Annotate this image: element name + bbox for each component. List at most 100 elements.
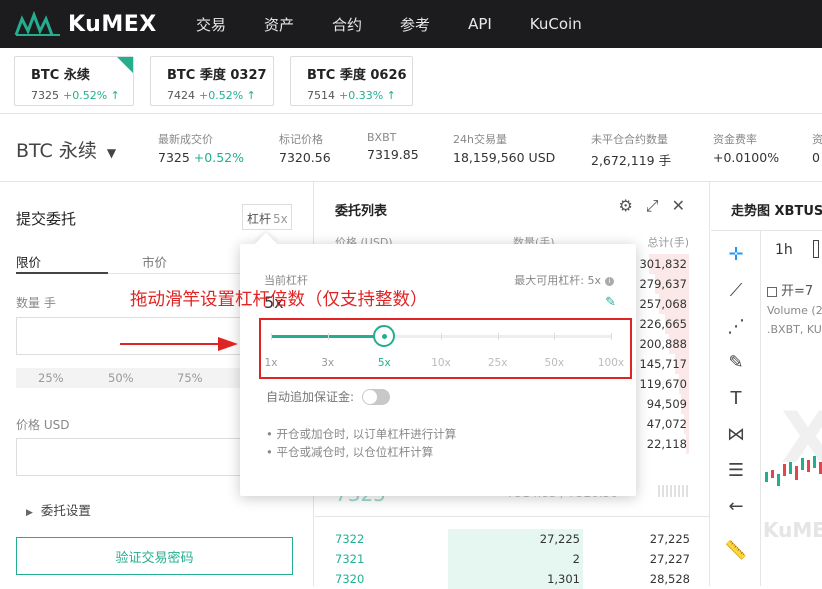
ticker-card-perpetual[interactable]: BTC 永续 7325 +0.52% ↑ — [14, 56, 134, 106]
edit-icon[interactable]: ✎ — [605, 295, 616, 310]
note-open: • 开仓或加仓时, 以订单杠杆进行计算 — [266, 427, 457, 441]
bid-price: 7321 — [335, 552, 365, 566]
expand-icon[interactable]: ⤢ — [646, 196, 659, 216]
ask-total: 279,637 — [639, 277, 687, 291]
order-settings-toggle[interactable]: ▶ 委托设置 — [26, 500, 91, 519]
chart-watermark: KuMEX — [763, 518, 822, 542]
tab-market[interactable]: 市价 — [142, 252, 167, 271]
symbol-selector[interactable]: BTC 永续 ▼ — [16, 136, 116, 163]
stat-change: +0.52% — [193, 150, 244, 165]
leverage-label: 杠杆 — [247, 212, 272, 226]
drawing-toolbar: ✛ ⟋ ⋰ ✎ T ⋈ ☰ ← 📏 — [711, 231, 761, 586]
nav-reference[interactable]: 参考 — [400, 14, 430, 35]
back-arrow-icon[interactable]: ← — [723, 493, 749, 519]
annotation-arrow-icon — [120, 337, 238, 351]
pattern-icon[interactable]: ⋈ — [723, 421, 749, 447]
candle — [771, 470, 774, 478]
top-nav: KuMEX 交易 资产 合约 参考 API KuCoin — [0, 0, 822, 48]
trend-line-icon[interactable]: ⟋ — [723, 277, 749, 303]
stat-value: 2,672,119 手 — [591, 153, 672, 168]
ticker-card-q0626[interactable]: BTC 季度 0626 7514 +0.33% ↑ — [290, 56, 413, 106]
text-tool-icon[interactable]: T — [723, 385, 749, 411]
stat-bxbt: BXBT 7319.85 — [367, 131, 419, 162]
auto-margin-label: 自动追加保证金: — [266, 390, 355, 404]
highlight-box — [259, 318, 632, 379]
bid-row[interactable]: 7322 27,225 27,225 — [335, 529, 690, 549]
percent-25-button[interactable]: 25% — [38, 371, 64, 385]
verify-password-button[interactable]: 验证交易密码 — [16, 537, 293, 575]
candle — [783, 464, 786, 476]
price-label: 价格 USD — [16, 418, 70, 432]
note-close: • 平仓或减仓时, 以仓位杠杆计算 — [266, 445, 434, 459]
divider — [315, 516, 710, 517]
nav-assets[interactable]: 资产 — [264, 14, 294, 35]
stat-value: 0 — [812, 150, 820, 165]
ticker-price: 7514 — [307, 89, 335, 102]
nav-api[interactable]: API — [468, 15, 492, 33]
crosshair-icon[interactable]: ✛ — [723, 241, 749, 267]
stat-open-interest: 未平仓合约数量 2,672,119 手 — [591, 131, 671, 169]
chart-panel: 走势图 XBTUSD ✛ ⟋ ⋰ ✎ T ⋈ ☰ ← 📏 1h 开=7 Volu… — [711, 182, 822, 586]
up-arrow-icon: ↑ — [110, 89, 120, 102]
ticker-change: +0.52% — [63, 89, 108, 102]
percent-75-button[interactable]: 75% — [177, 371, 203, 385]
kumex-logo-icon — [14, 11, 60, 36]
candlestick-sparkline — [765, 456, 822, 486]
bid-qty: 27,225 — [539, 532, 580, 546]
nav-contracts[interactable]: 合约 — [332, 14, 362, 35]
bid-row[interactable]: 7321 2 27,227 — [335, 549, 690, 569]
bid-total: 27,227 — [649, 552, 690, 566]
collapse-icon[interactable] — [767, 286, 777, 297]
stat-label: BXBT — [367, 131, 397, 144]
ticker-change: +0.52% — [199, 89, 244, 102]
chart-title: 走势图 XBTUSD — [731, 204, 822, 219]
info-icon[interactable]: i — [605, 276, 614, 286]
percent-50-button[interactable]: 50% — [108, 371, 134, 385]
stat-label: 最新成交价 — [158, 133, 213, 146]
bid-qty: 2 — [572, 552, 580, 566]
ask-total: 145,717 — [639, 357, 687, 371]
order-settings-label: 委托设置 — [40, 503, 91, 518]
brand-name: KuMEX — [68, 11, 157, 37]
candle — [789, 462, 792, 474]
fib-icon[interactable]: ☰ — [723, 457, 749, 483]
stat-value: 7320.56 — [279, 150, 331, 165]
auto-margin-toggle[interactable] — [362, 388, 391, 405]
leverage-value: 5x — [273, 212, 288, 226]
stat-last-price: 最新成交价 7325 +0.52% — [158, 131, 244, 165]
candle — [813, 456, 816, 468]
stat-value: +0.0100% — [713, 150, 780, 165]
interval-1h[interactable]: 1h — [775, 242, 793, 258]
tab-limit[interactable]: 限价 — [16, 252, 41, 271]
ticker-card-q0327[interactable]: BTC 季度 0327 7424 +0.52% ↑ — [150, 56, 274, 106]
stat-value: 7325 — [158, 150, 190, 165]
bid-total: 27,225 — [649, 532, 690, 546]
selected-corner-icon — [117, 57, 133, 73]
stat-truncated: 资 0 — [812, 131, 822, 165]
active-tab-underline — [16, 272, 108, 274]
candle — [807, 460, 810, 472]
pitchfork-icon[interactable]: ⋰ — [723, 313, 749, 339]
candle-type-icon[interactable] — [813, 240, 819, 258]
stat-label: 标记价格 — [279, 133, 323, 146]
ruler-icon[interactable]: 📏 — [723, 537, 749, 563]
leverage-button[interactable]: 杠杆 5x — [242, 204, 292, 230]
stat-label: 资 — [812, 133, 822, 146]
ask-total: 226,665 — [639, 317, 687, 331]
brush-icon[interactable]: ✎ — [723, 349, 749, 375]
candle — [801, 458, 804, 470]
bid-total: 28,528 — [649, 572, 690, 586]
bid-row[interactable]: 7320 1,301 28,528 — [335, 569, 690, 589]
col-total-header: 总计(手) — [647, 236, 689, 249]
nav-trade[interactable]: 交易 — [196, 14, 226, 35]
close-icon[interactable]: ✕ — [672, 196, 685, 216]
brand-logo[interactable]: KuMEX — [14, 10, 157, 38]
candle — [795, 466, 798, 480]
stat-mark-price: 标记价格 7320.56 — [279, 131, 331, 165]
settings-gear-icon[interactable]: ⚙ — [618, 196, 632, 216]
index-legend: .BXBT, KUM — [767, 323, 822, 336]
ask-total: 22,118 — [646, 437, 687, 451]
stat-value: 7319.85 — [367, 147, 419, 162]
ticker-price: 7424 — [167, 89, 195, 102]
nav-kucoin[interactable]: KuCoin — [530, 15, 582, 33]
